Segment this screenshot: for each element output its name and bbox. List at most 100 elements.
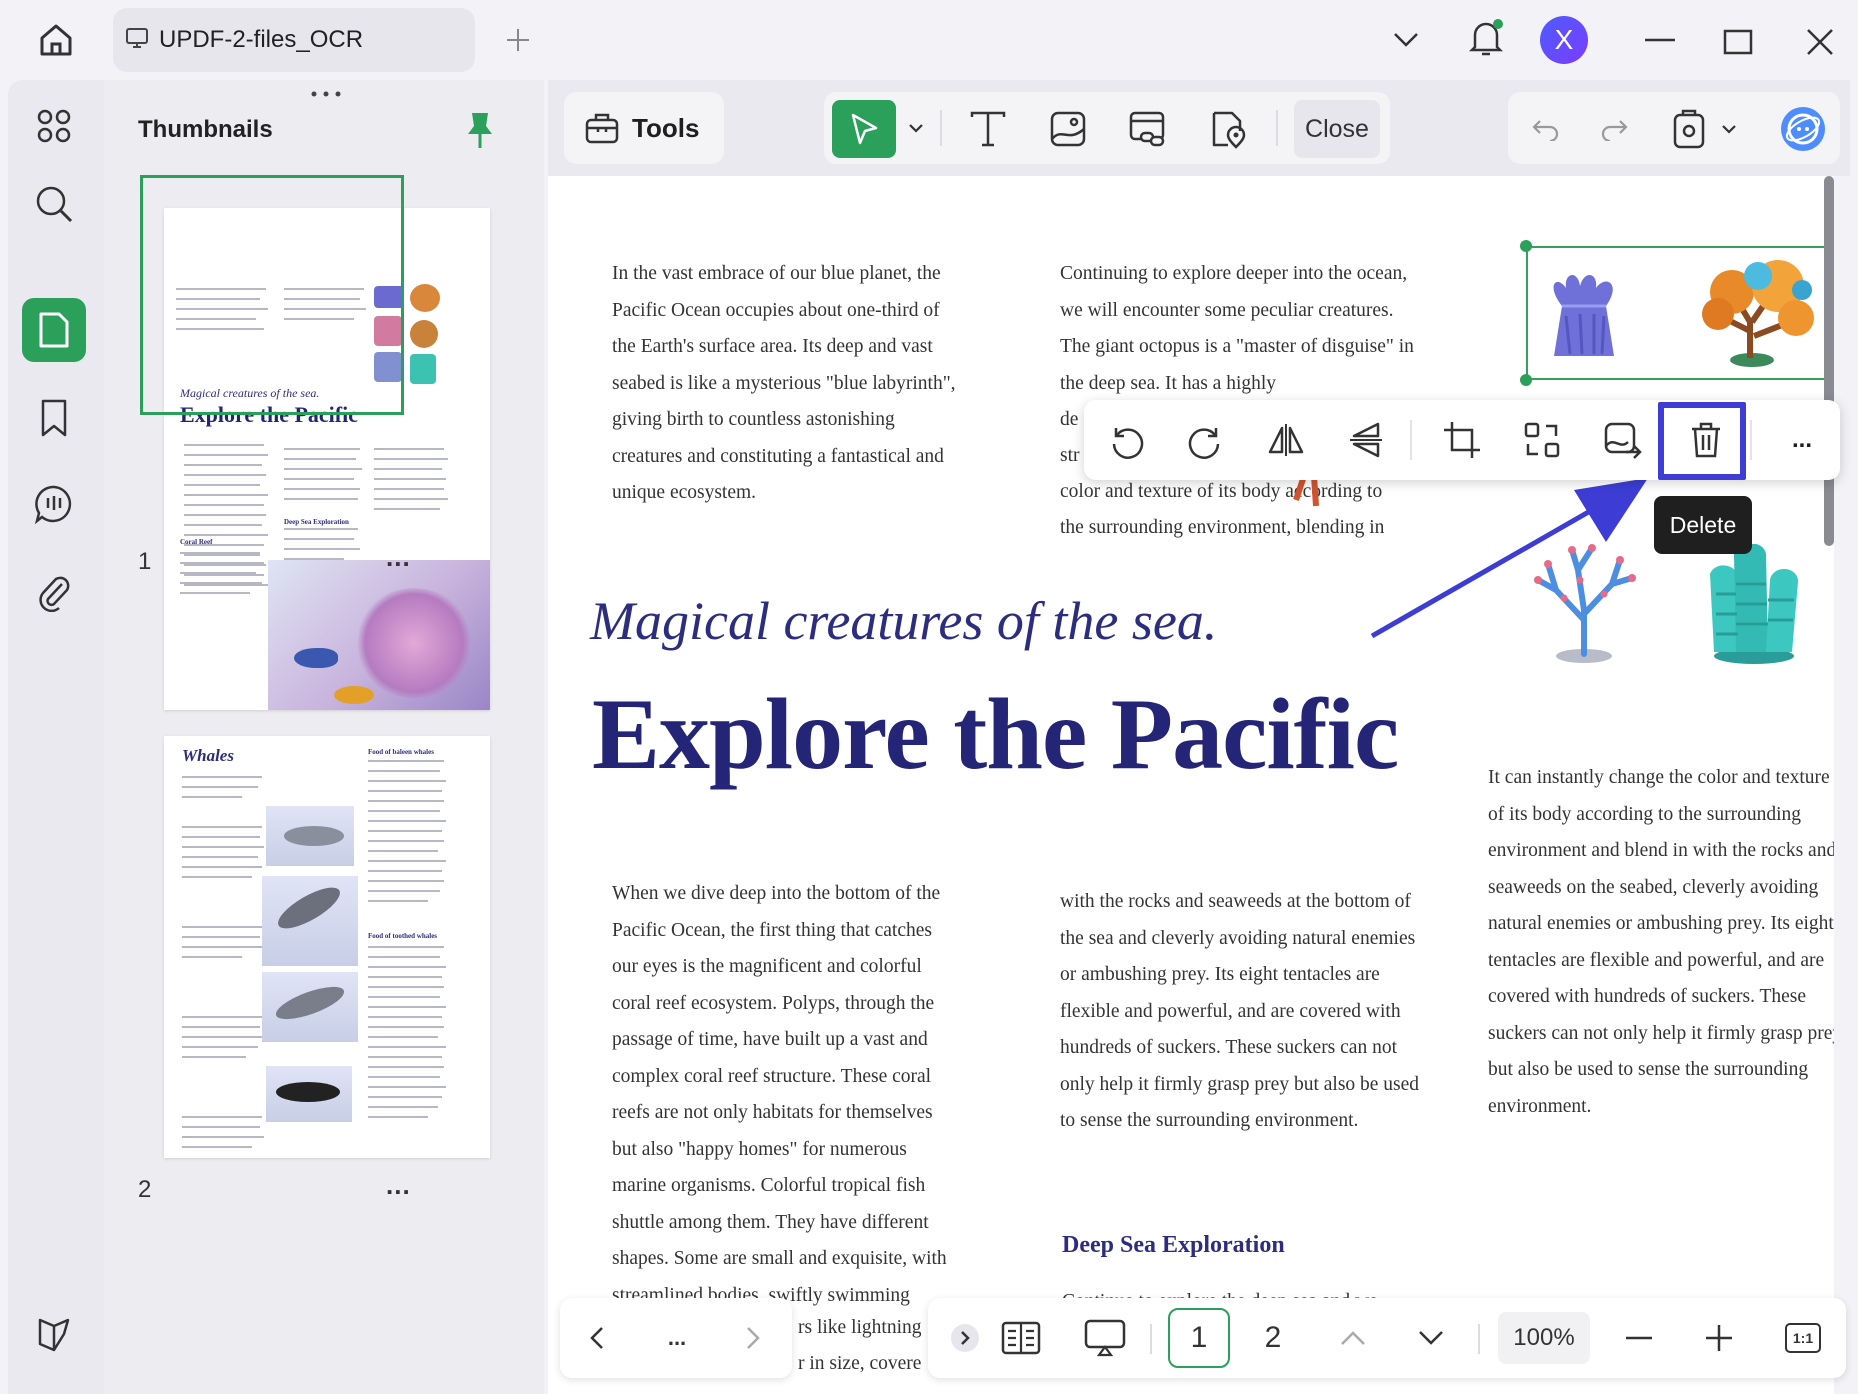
zoom-level[interactable]: 100% — [1498, 1312, 1590, 1364]
column-1-paragraph-2: When we dive deep into the bottom of the… — [612, 876, 962, 1314]
delete-tooltip: Delete — [1654, 496, 1752, 554]
save-icon[interactable] — [1664, 102, 1714, 156]
thumb1-heading-coral: Coral Reef — [180, 538, 212, 546]
page-thumbnail-icon[interactable] — [22, 298, 86, 362]
text-tool-icon[interactable] — [962, 104, 1014, 154]
thumb2-heading-baleen: Food of baleen whales — [368, 748, 434, 756]
thumb2-title: Whales — [182, 746, 234, 766]
avatar[interactable]: X — [1540, 16, 1588, 64]
save-dropdown-chevron-icon[interactable] — [1718, 118, 1740, 140]
presentation-icon[interactable] — [1074, 1308, 1136, 1368]
thumb-page-number-1: 1 — [138, 548, 151, 576]
page-2-more-button[interactable]: ... — [386, 1170, 411, 1201]
actual-size-label: 1:1 — [1785, 1323, 1821, 1353]
vertical-scrollbar[interactable] — [1824, 176, 1834, 546]
comment-icon[interactable] — [22, 472, 86, 536]
document-title: Explore the Pacific — [592, 676, 1398, 793]
close-edit-button[interactable]: Close — [1294, 100, 1380, 158]
bookmark-icon[interactable] — [22, 386, 86, 450]
column-2-line-6: str — [1060, 438, 1080, 475]
drag-handle[interactable] — [306, 86, 346, 96]
select-tool-button[interactable] — [832, 100, 896, 158]
minimize-icon[interactable] — [1640, 24, 1680, 56]
page-thumbnail-2[interactable]: Whales — [164, 736, 490, 1158]
page-down-icon[interactable] — [1400, 1308, 1462, 1368]
ai-assistant-icon[interactable] — [1778, 104, 1828, 154]
cursor-arrow-icon — [848, 112, 880, 146]
grid-icon[interactable] — [22, 94, 86, 158]
link-tool-icon[interactable] — [1122, 104, 1174, 154]
zoom-out-icon[interactable] — [1608, 1308, 1670, 1368]
delete-highlight-box — [1658, 402, 1746, 480]
document-canvas[interactable]: In the vast embrace of our blue planet, … — [548, 176, 1834, 1394]
column-1-tail-1: rs like lightning — [798, 1310, 922, 1347]
main-toolbar: Tools Close — [548, 80, 1850, 176]
thumbnails-title: Thumbnails — [138, 116, 273, 144]
zoom-in-icon[interactable] — [1688, 1308, 1750, 1368]
search-icon[interactable] — [22, 172, 86, 236]
bell-icon[interactable] — [1464, 14, 1508, 62]
flip-vertical-icon[interactable] — [1338, 412, 1394, 468]
left-rail — [8, 80, 104, 1394]
title-bar: UPDF-2-files_OCR X — [0, 0, 1858, 80]
column-2-paragraph-1: Continuing to explore deeper into the oc… — [1060, 256, 1422, 402]
attachment-icon[interactable] — [22, 560, 86, 624]
flip-horizontal-icon[interactable] — [1258, 412, 1314, 468]
image-tool-icon[interactable] — [1042, 104, 1094, 154]
rotate-left-icon[interactable] — [1098, 412, 1154, 468]
toolbox-icon — [584, 110, 620, 146]
crop-icon[interactable] — [1434, 412, 1490, 468]
edit-tool-group: Close — [824, 92, 1390, 164]
column-2-line-5: de — [1060, 402, 1078, 439]
document-subtitle: Magical creatures of the sea. — [590, 590, 1217, 652]
deep-sea-heading: Deep Sea Exploration — [1062, 1232, 1285, 1259]
page-up-icon[interactable] — [1322, 1308, 1384, 1368]
replace-image-icon[interactable] — [1514, 412, 1570, 468]
undo-icon[interactable] — [1520, 104, 1570, 154]
tab-title: UPDF-2-files_OCR — [159, 26, 363, 54]
pin-icon[interactable] — [464, 110, 504, 150]
teal-tube-coral-image — [1700, 544, 1810, 664]
actual-size-button[interactable]: 1:1 — [1772, 1308, 1834, 1368]
annotation-arrow — [1360, 460, 1660, 650]
bottom-more-button[interactable]: ... — [646, 1308, 708, 1368]
redo-icon[interactable] — [1590, 104, 1640, 154]
next-arrow-icon[interactable] — [722, 1308, 784, 1368]
page-2-button[interactable]: 2 — [1242, 1308, 1304, 1368]
layers-icon[interactable] — [22, 1302, 86, 1366]
orange-coral-image — [1692, 252, 1822, 370]
expand-chevron-icon[interactable] — [934, 1308, 996, 1368]
watermark-tool-icon[interactable] — [1202, 104, 1254, 154]
maximize-icon[interactable] — [1718, 22, 1758, 62]
document-tab[interactable]: UPDF-2-files_OCR — [113, 8, 475, 72]
thumb1-heading-deep-sea: Deep Sea Exploration — [284, 518, 349, 526]
page-1-button[interactable]: 1 — [1168, 1308, 1230, 1368]
right-toolbar-group — [1508, 92, 1840, 164]
select-dropdown-chevron-icon[interactable] — [904, 116, 928, 140]
chevron-down-icon[interactable] — [1386, 20, 1426, 60]
monitor-icon — [125, 26, 149, 55]
home-icon[interactable] — [30, 16, 82, 64]
rotate-right-icon[interactable] — [1178, 412, 1234, 468]
thumbnail-selection-frame — [140, 175, 404, 415]
page-view-icon[interactable] — [990, 1308, 1052, 1368]
bottom-nav-right: 1 2 100% 1:1 — [928, 1298, 1846, 1378]
selected-image[interactable] — [1526, 246, 1834, 380]
tools-label: Tools — [632, 113, 699, 144]
image-more-button[interactable]: ... — [1774, 412, 1830, 468]
bottom-nav-left: ... — [560, 1298, 792, 1378]
thumb2-heading-toothed: Food of toothed whales — [368, 932, 437, 940]
page-1-more-button[interactable]: ... — [386, 542, 411, 573]
thumbnails-panel: Thumbnails Magical creatures of the sea.… — [104, 80, 544, 1394]
thumb-page-number-2: 2 — [138, 1176, 151, 1204]
extract-image-icon[interactable] — [1594, 412, 1650, 468]
column-3-paragraph: It can instantly change the color and te… — [1488, 760, 1834, 1125]
sea-anemone-image — [1536, 266, 1632, 362]
new-tab-plus-icon[interactable] — [500, 20, 536, 60]
orange-coral-fragment — [1274, 476, 1344, 516]
prev-arrow-icon[interactable] — [566, 1308, 628, 1368]
tools-button[interactable]: Tools — [564, 92, 724, 164]
close-window-icon[interactable] — [1800, 22, 1840, 62]
column-1-paragraph-1: In the vast embrace of our blue planet, … — [612, 256, 962, 512]
column-2-paragraph-2: with the rocks and seaweeds at the botto… — [1060, 884, 1420, 1140]
